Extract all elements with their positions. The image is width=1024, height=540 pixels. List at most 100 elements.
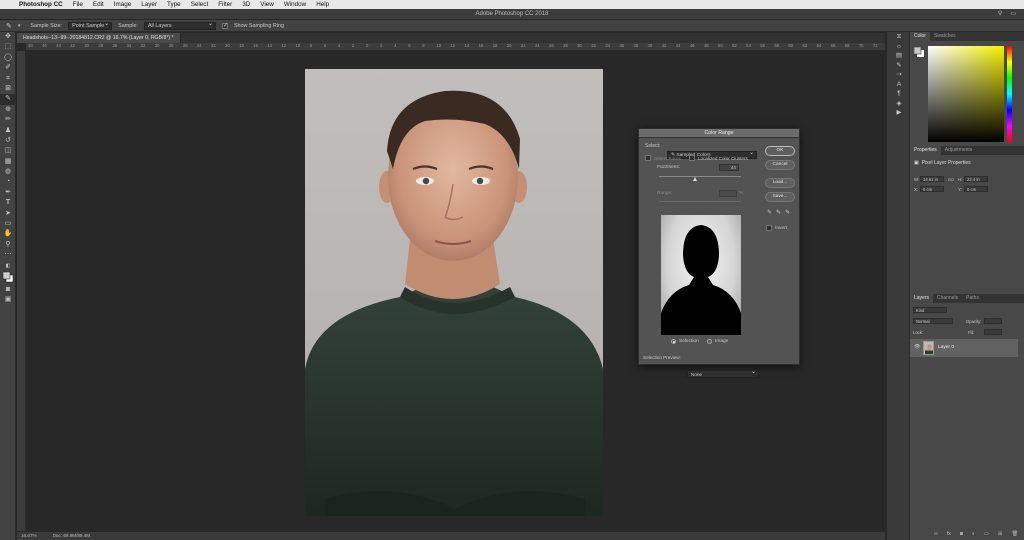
search-icon[interactable]: ⚲ — [998, 9, 1002, 20]
character-icon[interactable]: A — [887, 80, 911, 90]
screen-mode-icon[interactable]: ▣ — [0, 295, 16, 305]
menu-window[interactable]: Window — [279, 1, 311, 8]
subtract-from-sample-icon[interactable]: ✎ — [785, 209, 790, 216]
clone-stamp-icon[interactable]: ♟ — [0, 126, 16, 136]
layer-name[interactable]: Layer 0 — [938, 345, 954, 350]
color-swatches-icon[interactable] — [0, 271, 16, 285]
quick-mask-icon[interactable]: ◙ — [0, 285, 16, 295]
marquee-tool-icon[interactable]: ⬚ — [0, 42, 16, 52]
menu-app[interactable]: Photoshop CC — [14, 1, 68, 8]
tab-channels[interactable]: Channels — [933, 294, 962, 303]
dialog-titlebar[interactable]: Color Range — [639, 129, 799, 138]
sample-size-select[interactable]: Point Sample — [68, 21, 113, 30]
adjustment-layer-icon[interactable]: ◐ — [972, 528, 975, 540]
pen-tool-icon[interactable]: ✒ — [0, 188, 16, 198]
glyphs-icon[interactable]: ◈ — [887, 99, 911, 109]
visibility-eye-icon[interactable]: 👁 — [914, 344, 920, 350]
paragraph-icon[interactable]: ¶ — [887, 89, 911, 99]
add-to-sample-icon[interactable]: ✎ — [776, 209, 781, 216]
history-brush-icon[interactable]: ↺ — [0, 136, 16, 146]
document-image[interactable] — [305, 69, 603, 516]
menu-layer[interactable]: Layer — [136, 1, 162, 8]
tab-paths[interactable]: Paths — [962, 294, 983, 303]
frame-tool-icon[interactable]: ⊠ — [0, 84, 16, 94]
quick-select-tool-icon[interactable]: ✐ — [0, 63, 16, 73]
layer-row[interactable]: 👁 Layer 0 — [910, 339, 1018, 357]
layer-filter-kind[interactable]: Kind — [913, 307, 947, 313]
y-field[interactable]: 0 cm — [964, 186, 988, 192]
tool-preset-dropdown-icon[interactable]: ▾ — [18, 23, 21, 29]
link-toggle[interactable]: GO — [948, 177, 954, 182]
hue-slider[interactable] — [1007, 46, 1012, 142]
zoom-level[interactable]: 16.67% — [21, 532, 37, 540]
tab-properties[interactable]: Properties — [910, 146, 941, 155]
tab-adjustments[interactable]: Adjustments — [941, 146, 977, 155]
blend-mode-select[interactable]: Normal — [913, 318, 953, 324]
show-sampling-ring-checkbox[interactable] — [221, 22, 228, 29]
hand-tool-icon[interactable]: ✋ — [0, 229, 16, 239]
menu-type[interactable]: Type — [162, 1, 186, 8]
blur-tool-icon[interactable]: ◍ — [0, 167, 16, 177]
brush-tool-icon[interactable]: ✏ — [0, 115, 16, 125]
detect-faces-checkbox[interactable] — [645, 155, 651, 161]
fg-bg-swatch-icon[interactable] — [913, 46, 924, 57]
tab-swatches[interactable]: Swatches — [930, 32, 960, 41]
x-field[interactable]: 0 cm — [920, 186, 944, 192]
color-picker-field[interactable] — [928, 46, 1004, 142]
height-field[interactable]: 22.4 in — [964, 176, 988, 182]
tab-layers[interactable]: Layers — [910, 294, 934, 303]
localized-clusters-checkbox[interactable] — [689, 155, 695, 161]
fuzziness-field[interactable]: 44 — [719, 164, 739, 171]
history-icon[interactable]: ⧖ — [887, 32, 911, 42]
fx-icon[interactable]: fx — [947, 528, 951, 540]
dodge-tool-icon[interactable]: ◔ — [0, 177, 16, 187]
adjustments-icon[interactable]: ☼ — [887, 42, 911, 52]
menu-filter[interactable]: Filter — [213, 1, 237, 8]
healing-brush-icon[interactable]: ⊕ — [0, 105, 16, 115]
eyedropper-tool-icon[interactable]: ✎ — [6, 22, 12, 30]
default-colors-icon[interactable]: ◧ — [0, 261, 16, 271]
link-layers-icon[interactable]: ∞ — [934, 528, 938, 540]
invert-checkbox[interactable] — [766, 225, 772, 231]
menu-edit[interactable]: Edit — [88, 1, 109, 8]
more-tools-icon[interactable]: ⋯ — [0, 250, 16, 260]
cancel-button[interactable]: Cancel — [765, 160, 795, 170]
eraser-tool-icon[interactable]: ◫ — [0, 146, 16, 156]
document-tab[interactable]: Headshots--13--99--20184812.CR2 @ 16.7% … — [17, 33, 181, 43]
type-tool-icon[interactable]: T — [0, 198, 16, 208]
trash-icon[interactable]: 🗑 — [1011, 528, 1018, 540]
menu-help[interactable]: Help — [311, 1, 334, 8]
actions-icon[interactable]: ▶ — [887, 108, 911, 118]
group-icon[interactable]: ▭ — [984, 528, 989, 540]
image-radio[interactable] — [707, 339, 712, 344]
selection-preview-select[interactable]: None — [687, 369, 759, 378]
width-field[interactable]: 14.61 in — [920, 176, 944, 182]
menu-image[interactable]: Image — [109, 1, 137, 8]
horizontal-ruler[interactable]: 48 46 44 42 40 38 36 34 32 30 28 26 24 22 20 18 16 14 12 10… — [26, 43, 885, 51]
selection-radio[interactable] — [671, 339, 676, 344]
workspace-icon[interactable]: ▭ — [1010, 9, 1016, 20]
mask-icon[interactable]: ◙ — [960, 528, 963, 540]
sample-select[interactable]: All Layers — [143, 21, 216, 30]
brush-settings-icon[interactable]: ✎ — [887, 61, 911, 71]
vertical-ruler[interactable] — [17, 51, 26, 531]
fuzziness-slider-thumb[interactable] — [692, 177, 697, 181]
eyedropper-icon[interactable]: ✎ — [767, 209, 772, 216]
fill-field[interactable] — [984, 329, 1002, 335]
crop-tool-icon[interactable]: ⌗ — [0, 74, 16, 84]
path-select-icon[interactable]: ➤ — [0, 209, 16, 219]
fuzziness-slider[interactable] — [659, 176, 741, 177]
save-button[interactable]: Save... — [765, 192, 795, 202]
libraries-icon[interactable]: ▤ — [887, 51, 911, 61]
move-tool-icon[interactable]: ✥ — [0, 32, 16, 42]
menu-file[interactable]: File — [68, 1, 88, 8]
menu-select[interactable]: Select — [186, 1, 214, 8]
zoom-tool-icon[interactable]: ⚲ — [0, 240, 16, 250]
opacity-field[interactable] — [984, 318, 1002, 324]
lasso-tool-icon[interactable]: ◯ — [0, 53, 16, 63]
new-layer-icon[interactable]: ⊞ — [998, 528, 1002, 540]
gradient-tool-icon[interactable]: ▦ — [0, 157, 16, 167]
menu-3d[interactable]: 3D — [237, 1, 255, 8]
ok-button[interactable]: OK — [765, 146, 795, 156]
styles-icon[interactable]: ⇢ — [887, 70, 911, 80]
